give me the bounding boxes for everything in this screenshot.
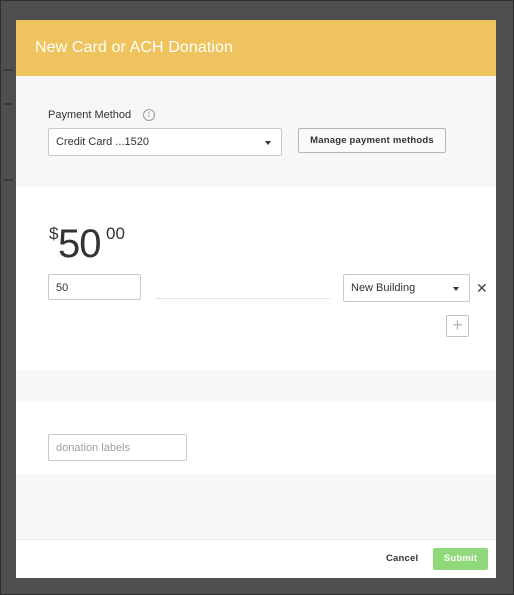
fund-select-value: New Building [351,282,416,294]
amount-cents: 00 [106,224,125,243]
payment-method-label: Payment Method [48,109,132,121]
amount-input[interactable]: 50 [48,274,141,300]
payment-method-value: Credit Card ...1520 [56,136,149,148]
chevron-down-icon [453,287,459,291]
modal-title: New Card or ACH Donation [35,39,234,56]
cancel-button[interactable]: Cancel [386,553,418,564]
amount-section: $ 50 00 50 New Building ✕ + [16,187,496,370]
info-icon[interactable]: i [143,109,155,121]
background-fragment [3,69,13,71]
amount-whole: 50 [58,222,101,266]
manage-payment-methods-button[interactable]: Manage payment methods [298,128,446,153]
plus-icon: + [452,315,463,335]
donation-labels-placeholder: donation labels [56,442,131,454]
close-icon[interactable]: ✕ [476,281,488,295]
add-fund-button[interactable]: + [446,315,469,337]
donation-modal: New Card or ACH Donation Payment Method … [16,20,496,578]
amount-input-value: 50 [56,282,69,294]
modal-header: New Card or ACH Donation [16,20,496,76]
background-fragment [3,103,13,105]
modal-footer: Cancel Submit [16,539,496,578]
dotted-separator [156,298,330,299]
chevron-down-icon [265,141,271,145]
labels-section: donation labels [16,402,496,474]
fund-select[interactable]: New Building [343,274,470,302]
payment-method-select[interactable]: Credit Card ...1520 [48,128,282,156]
submit-button[interactable]: Submit [433,548,488,570]
donation-labels-input[interactable]: donation labels [48,434,187,461]
background-fragment [3,179,13,181]
